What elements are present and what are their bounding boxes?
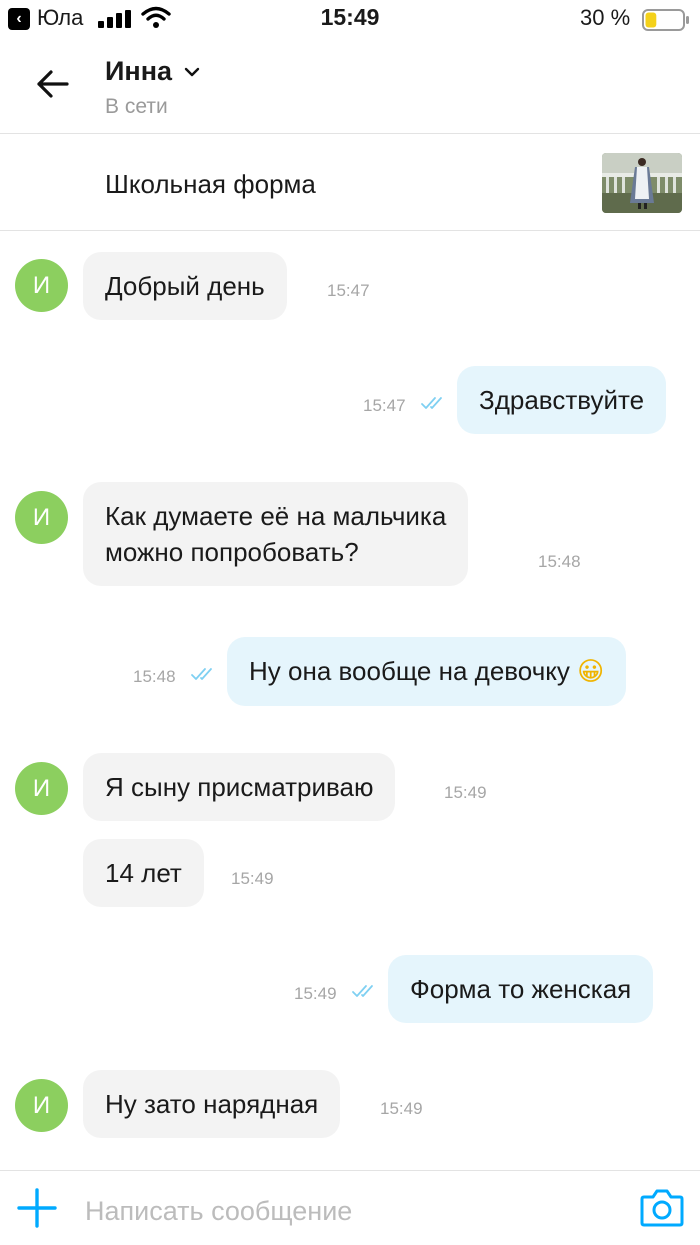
message-text: 14 лет [105,858,182,888]
message-text: Я сыну присматриваю [105,772,374,802]
contact-status: В сети [105,95,168,118]
message-time: 15:48 [133,667,176,686]
message-bubble-incoming[interactable]: Добрый день [83,252,287,320]
chevron-down-icon[interactable] [184,66,200,78]
message-text: Здравствуйте [479,385,645,415]
message-text: Добрый день [105,271,265,301]
back-arrow-icon[interactable] [34,66,70,102]
plus-icon[interactable] [16,1187,58,1229]
avatar[interactable]: И [15,762,68,815]
message-time: 15:47 [327,281,370,300]
message-text: Ну зато нарядная [105,1089,319,1119]
double-check-icon [191,668,212,680]
camera-icon[interactable] [640,1187,684,1227]
message-time: 15:49 [294,984,337,1003]
message-text: Форма то женская [410,974,632,1004]
avatar[interactable]: И [15,491,68,544]
chat-header: Инна В сети [0,40,700,134]
listing-title: Школьная форма [105,169,316,199]
message-bubble-outgoing[interactable]: Ну она вообще на девочку 😀 [227,637,627,706]
message-bubble-incoming[interactable]: 14 лет [83,839,204,907]
listing-card[interactable]: Школьная форма [0,135,700,231]
message-time: 15:49 [231,869,274,888]
message-text-line: можно попробовать? [105,537,359,567]
message-time: 15:49 [444,783,487,802]
message-composer [0,1170,700,1245]
grinning-face-emoji: 😀 [577,657,605,687]
message-input[interactable] [85,1191,605,1231]
contact-name[interactable]: Инна [105,56,172,87]
double-check-icon [421,397,442,409]
message-bubble-incoming[interactable]: Я сыну присматриваю [83,753,396,821]
message-bubble-outgoing[interactable]: Форма то женская [388,955,654,1023]
message-time: 15:47 [363,396,406,415]
message-bubble-incoming[interactable]: Как думаете её на мальчика можно попробо… [83,482,469,586]
double-check-icon [352,985,373,997]
message-bubble-outgoing[interactable]: Здравствуйте [457,366,667,434]
battery-percent: 30 % [580,5,631,30]
message-bubble-incoming[interactable]: Ну зато нарядная [83,1070,341,1138]
battery-icon [642,9,689,31]
avatar[interactable]: И [15,1079,68,1132]
message-time: 15:48 [538,552,581,571]
avatar[interactable]: И [15,259,68,312]
status-bar: ‹ Юла 15:49 30 % [0,0,700,40]
school-uniform-photo [602,153,682,213]
message-text-line: Как думаете её на мальчика [105,501,447,531]
message-time: 15:49 [380,1099,423,1118]
listing-thumbnail[interactable] [602,153,682,213]
message-text: Ну она вообще на девочку [249,656,570,686]
